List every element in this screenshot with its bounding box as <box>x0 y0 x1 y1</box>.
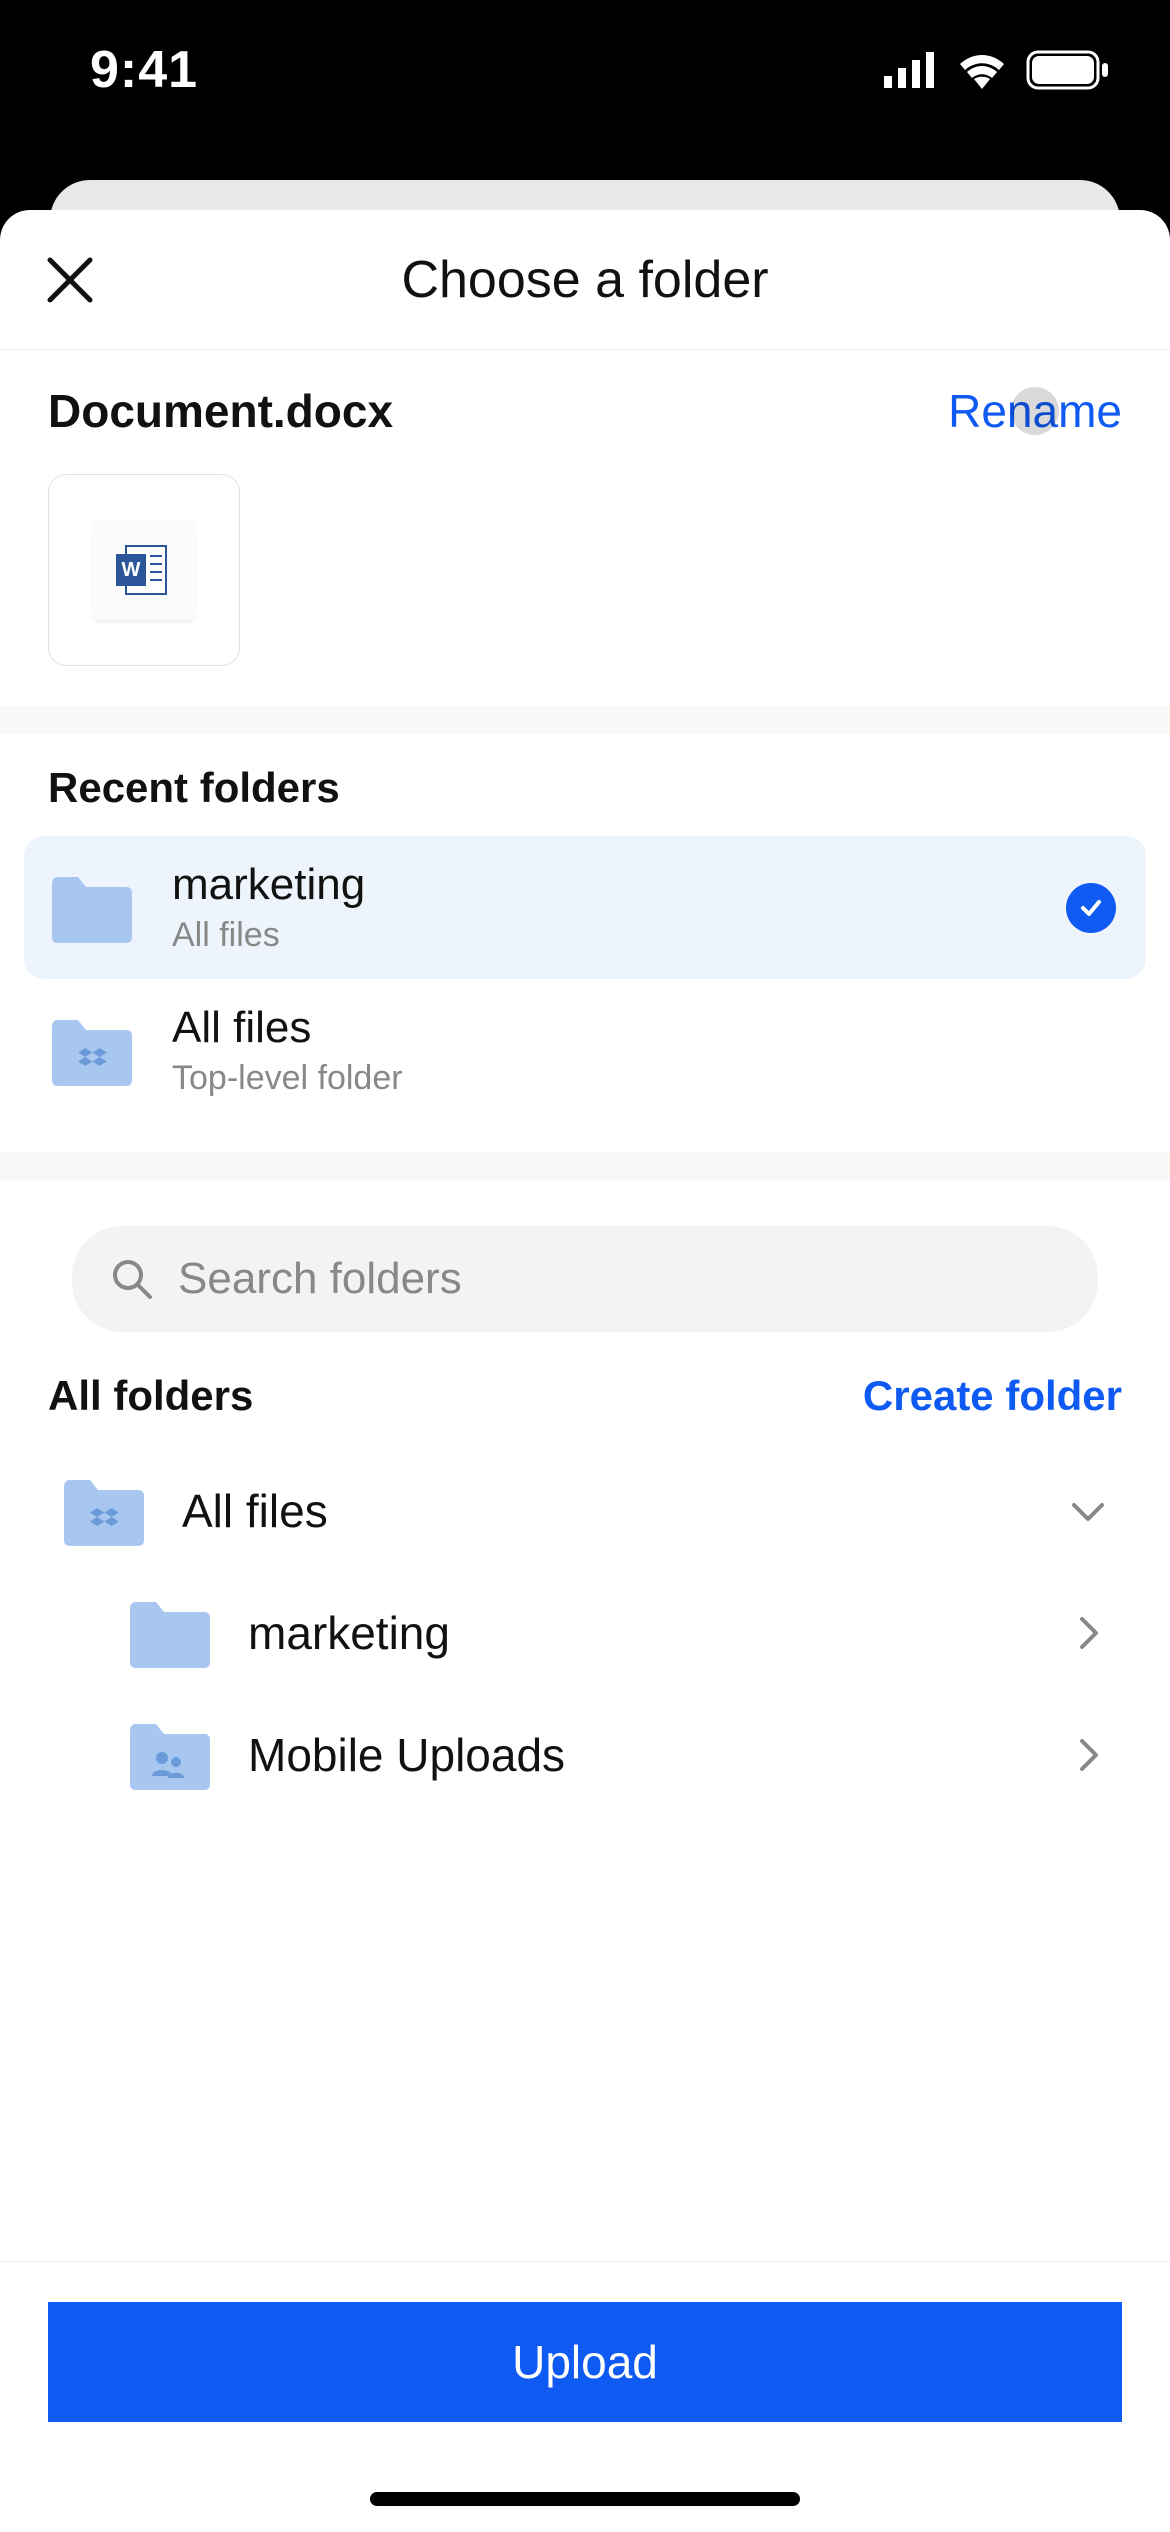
chevron-down-icon[interactable] <box>1066 1489 1110 1533</box>
svg-text:W: W <box>122 559 141 581</box>
sheet-header: Choose a folder <box>0 210 1170 350</box>
search-section: Search folders <box>0 1180 1170 1362</box>
all-folders-header: All folders Create folder <box>0 1362 1170 1450</box>
file-name: Document.docx <box>48 384 393 438</box>
screen: 9:41 Choose a folder Document.docx Renam… <box>0 0 1170 2532</box>
file-thumbnail[interactable]: W <box>48 474 240 666</box>
folder-title: All files <box>172 1003 403 1053</box>
tree-title: All files <box>182 1484 328 1538</box>
dropbox-folder-icon <box>48 1014 136 1088</box>
battery-icon <box>1026 50 1110 90</box>
tree-item-mobile-uploads[interactable]: Mobile Uploads <box>0 1694 1170 1816</box>
recent-folder-all-files[interactable]: All files Top-level folder <box>0 979 1170 1122</box>
recent-folders-label: Recent folders <box>0 734 1170 836</box>
sheet-title: Choose a folder <box>401 250 768 310</box>
tree-item-all-files[interactable]: All files <box>0 1450 1170 1572</box>
close-button[interactable] <box>40 250 100 310</box>
status-icons <box>884 50 1110 90</box>
section-divider <box>0 706 1170 734</box>
wifi-icon <box>956 51 1008 89</box>
search-icon <box>110 1257 154 1301</box>
folder-icon <box>126 1596 214 1670</box>
touch-indicator <box>1011 387 1059 435</box>
shared-folder-icon <box>126 1718 214 1792</box>
tree-item-marketing[interactable]: marketing <box>0 1572 1170 1694</box>
tree-title: Mobile Uploads <box>248 1728 565 1782</box>
rename-button[interactable]: Rename <box>948 384 1122 438</box>
status-time: 9:41 <box>90 40 198 100</box>
section-divider <box>0 1152 1170 1180</box>
status-bar: 9:41 <box>0 0 1170 140</box>
file-section: Document.docx Rename W <box>0 350 1170 706</box>
create-folder-button[interactable]: Create folder <box>863 1372 1122 1420</box>
folder-subtitle: Top-level folder <box>172 1059 403 1098</box>
search-placeholder: Search folders <box>178 1254 462 1304</box>
recent-folder-marketing[interactable]: marketing All files <box>24 836 1146 979</box>
cellular-icon <box>884 52 938 88</box>
modal-sheet: Choose a folder Document.docx Rename W R… <box>0 210 1170 2532</box>
folder-icon <box>48 871 136 945</box>
upload-button[interactable]: Upload <box>48 2302 1122 2422</box>
folder-title: marketing <box>172 860 365 910</box>
search-input[interactable]: Search folders <box>72 1226 1098 1332</box>
close-icon <box>44 254 96 306</box>
all-folders-label: All folders <box>48 1372 253 1420</box>
dropbox-folder-icon <box>60 1474 148 1548</box>
selected-check-icon <box>1066 883 1116 933</box>
chevron-right-icon[interactable] <box>1066 1611 1110 1655</box>
home-indicator <box>370 2492 800 2506</box>
folder-subtitle: All files <box>172 916 365 955</box>
chevron-right-icon[interactable] <box>1066 1733 1110 1777</box>
word-doc-icon: W <box>94 520 194 620</box>
tree-title: marketing <box>248 1606 450 1660</box>
